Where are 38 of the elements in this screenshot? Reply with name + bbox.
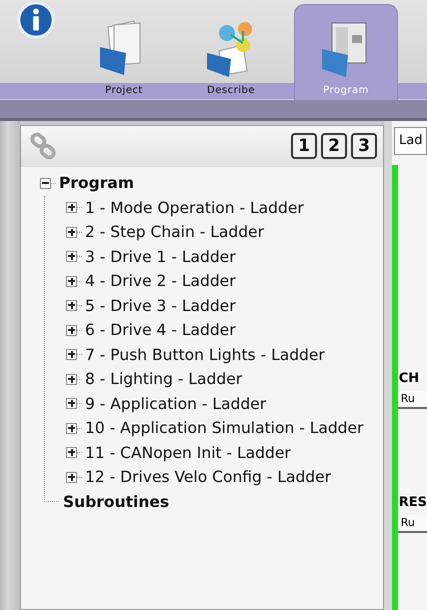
tree-item[interactable]: 1 - Mode Operation - Ladder [85,198,304,217]
info-icon[interactable] [17,1,55,39]
expand-icon[interactable] [66,202,77,214]
expand-icon[interactable] [66,251,77,262]
expand-icon[interactable] [66,447,77,458]
rung-field[interactable]: Ru [398,515,427,533]
tree-item[interactable]: 12 - Drives Velo Config - Ladder [85,468,332,486]
collapse-icon[interactable] [40,178,51,189]
tree-item[interactable]: 7 - Push Button Lights - Ladder [85,346,325,364]
view-button[interactable]: 1 [291,133,317,159]
tree-item[interactable]: 2 - Step Chain - Ladder [85,223,264,242]
language-select[interactable]: Lad [394,127,427,155]
expand-icon[interactable] [66,276,77,287]
expand-icon[interactable] [66,374,77,385]
tree-item[interactable]: 5 - Drive 3 - Ladder [85,296,236,315]
tree-item[interactable]: 6 - Drive 4 - Ladder [85,321,236,340]
tree-item[interactable]: Subroutines [63,492,170,511]
tree-item[interactable]: 11 - CANopen Init - Ladder [85,444,291,462]
expand-icon[interactable] [66,472,77,483]
rung-title: CH [398,371,420,388]
expand-icon[interactable] [66,422,77,434]
tree-item[interactable]: 9 - Application - Ladder [85,394,266,413]
tab[interactable]: Project [80,4,168,100]
expand-icon[interactable] [66,349,77,360]
tree-item[interactable]: 3 - Drive 1 - Ladder [85,248,236,266]
tree-item[interactable]: 4 - Drive 2 - Ladder [85,272,236,290]
tree-item[interactable]: 8 - Lighting - Ladder [85,370,242,388]
tree-item[interactable]: Program [59,174,134,192]
rung-field[interactable]: Ru [398,391,427,409]
expand-icon[interactable] [66,324,77,336]
tab[interactable]: Describe [186,4,276,100]
view-button[interactable]: 3 [351,133,377,159]
expand-icon[interactable] [66,398,77,410]
view-button[interactable]: 2 [321,133,347,159]
tree-item[interactable]: 10 - Application Simulation - Ladder [85,419,364,438]
rung-title: RES [398,495,427,512]
expand-icon[interactable] [66,300,77,312]
expand-icon[interactable] [66,226,77,238]
